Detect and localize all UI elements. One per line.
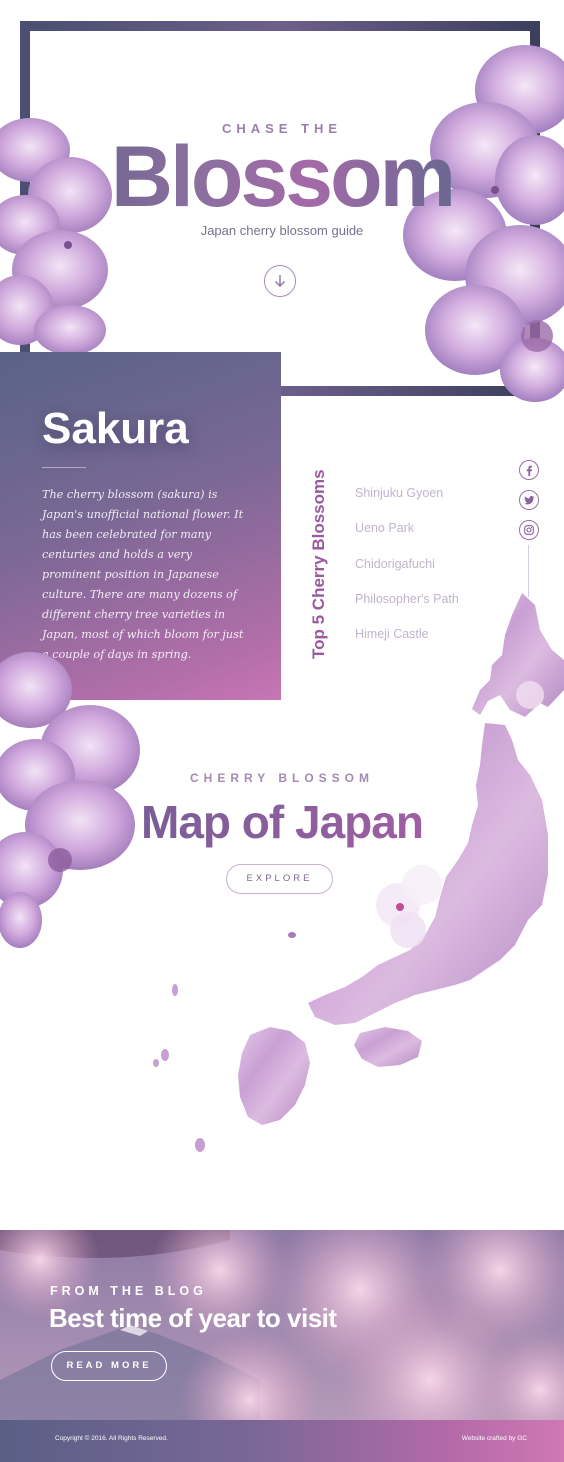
twitter-icon: [523, 495, 534, 504]
scroll-down-button[interactable]: [264, 265, 296, 297]
credit-text: Website crafted by GC: [461, 1435, 527, 1442]
blog-kicker: FROM THE BLOG: [50, 1284, 207, 1298]
hero-title: Blossom: [0, 128, 564, 227]
japan-map[interactable]: [140, 585, 564, 1160]
blog-title: Best time of year to visit: [49, 1303, 337, 1333]
map-kicker: CHERRY BLOSSOM: [189, 771, 374, 785]
arrow-down-icon: [275, 275, 285, 287]
read-more-button[interactable]: READ MORE: [51, 1351, 167, 1381]
facebook-icon: [526, 465, 532, 476]
list-item[interactable]: Ueno Park: [355, 521, 459, 556]
map-title: Map of Japan: [0, 795, 564, 849]
hero-subtitle: Japan cherry blossom guide: [200, 223, 364, 238]
copyright-text: Copyright © 2016. All Rights Reserved.: [55, 1435, 168, 1442]
instagram-button[interactable]: [519, 520, 539, 540]
divider: [42, 467, 86, 468]
explore-button[interactable]: EXPLORE: [226, 864, 333, 894]
twitter-button[interactable]: [519, 490, 539, 510]
list-item[interactable]: Shinjuku Gyoen: [355, 486, 459, 521]
facebook-button[interactable]: [519, 460, 539, 480]
sakura-title: Sakura: [42, 404, 189, 453]
instagram-icon: [524, 525, 534, 535]
